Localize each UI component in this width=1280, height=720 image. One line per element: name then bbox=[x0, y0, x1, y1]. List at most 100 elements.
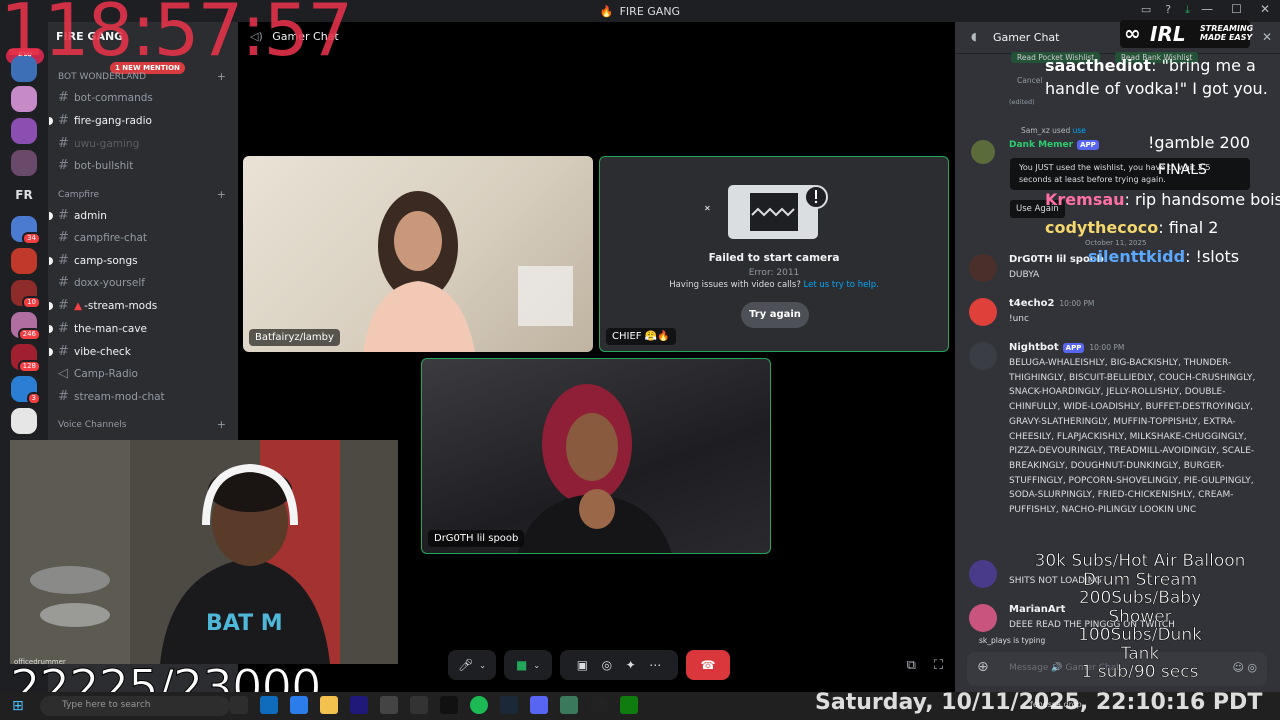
overlay-chat-line: Kremsau: rip handsome bois bbox=[1045, 190, 1280, 209]
more-icon[interactable]: ⋯ bbox=[649, 658, 661, 672]
app-icon[interactable] bbox=[560, 696, 578, 714]
server-icon-8[interactable]: 246 bbox=[11, 312, 41, 341]
category-campfire[interactable]: Campfire bbox=[58, 190, 99, 200]
windows-start-icon[interactable]: ⊞ bbox=[12, 698, 28, 714]
video-tile-chief[interactable]: ✕ Failed to start camera Error: 2011 Hav… bbox=[599, 156, 949, 352]
hash-icon: # bbox=[58, 136, 69, 151]
face-shape bbox=[566, 413, 618, 481]
category-bot-wonderland[interactable]: BOT WONDERLAND bbox=[58, 72, 146, 82]
taskbar-search[interactable]: Type here to search bbox=[40, 696, 230, 716]
microphone-button[interactable]: 🎤︎ ⌄ bbox=[448, 650, 496, 680]
server-icon-4[interactable] bbox=[11, 150, 37, 176]
video-tile-drgoth[interactable]: DrG0TH lil spoob bbox=[421, 358, 771, 554]
add-channel-icon[interactable]: + bbox=[217, 418, 226, 431]
minimize-button[interactable]: — bbox=[1201, 2, 1213, 16]
soundboard-icon[interactable]: ✦ bbox=[626, 658, 636, 672]
cooldown-message: You JUST used the wishlist, you have to … bbox=[1010, 158, 1250, 190]
popout-icon[interactable]: ⧉ bbox=[907, 658, 916, 673]
channel-uwu-gaming[interactable]: # uwu-gaming bbox=[58, 136, 228, 151]
add-attachment-icon[interactable]: ⊕ bbox=[977, 659, 989, 675]
avatar[interactable] bbox=[969, 604, 997, 632]
help-link[interactable]: Let us try to help. bbox=[804, 280, 879, 290]
channel-fire-gang-radio[interactable]: # fire-gang-radio bbox=[49, 113, 228, 128]
gamepad-icon[interactable]: ◎ bbox=[602, 658, 612, 672]
category-voice-channels[interactable]: Voice Channels bbox=[58, 420, 126, 430]
spotify-icon[interactable] bbox=[470, 696, 488, 714]
fail-title: Failed to start camera bbox=[708, 252, 840, 264]
video-tile-batfairyz[interactable]: Batfairyz/lamby bbox=[243, 156, 593, 352]
file-explorer-icon[interactable] bbox=[320, 696, 338, 714]
unread-badge: 10 bbox=[22, 296, 41, 309]
goal-line: Drum Stream bbox=[1082, 569, 1198, 590]
hang-up-button[interactable]: ☎ bbox=[686, 650, 730, 680]
server-icon-3[interactable] bbox=[11, 118, 37, 144]
avatar[interactable] bbox=[969, 254, 997, 282]
obs-icon[interactable] bbox=[410, 696, 428, 714]
face-shape bbox=[394, 211, 442, 271]
unread-dot bbox=[49, 211, 53, 220]
maximize-button[interactable]: ☐ bbox=[1231, 2, 1242, 16]
tile-label: Batfairyz/lamby bbox=[249, 329, 340, 346]
avatar[interactable] bbox=[969, 342, 997, 370]
steam-icon[interactable] bbox=[500, 696, 518, 714]
server-icon-twitch[interactable]: 3 bbox=[11, 376, 41, 405]
channel-camp-songs[interactable]: # camp-songs bbox=[49, 253, 228, 268]
chat-bubble-icon: ◖ bbox=[971, 30, 977, 43]
channel-admin[interactable]: # admin bbox=[49, 208, 228, 223]
message-text: DUBYA bbox=[1009, 270, 1040, 280]
channel-bot-bullshit[interactable]: # bot-bullshit bbox=[58, 158, 228, 173]
overlay-chat-line: saacthediot: "bring me a handle of vodka… bbox=[1045, 56, 1268, 98]
channel-the-man-cave[interactable]: # the-man-cave bbox=[49, 321, 228, 336]
message-text: !unc bbox=[1009, 314, 1029, 324]
fail-error-code: Error: 2011 bbox=[748, 268, 800, 278]
app-icon[interactable] bbox=[380, 696, 398, 714]
channel-stream-mod-chat[interactable]: # stream-mod-chat bbox=[58, 389, 228, 404]
server-icon-5[interactable]: 34 bbox=[11, 216, 41, 245]
xbox-icon[interactable] bbox=[620, 696, 638, 714]
close-window-button[interactable]: ✕ bbox=[1260, 2, 1270, 16]
avatar[interactable] bbox=[969, 560, 997, 588]
taskbar-apps bbox=[230, 696, 638, 714]
server-icon-6[interactable] bbox=[11, 248, 37, 274]
task-view-icon[interactable] bbox=[230, 696, 248, 714]
edge-icon[interactable] bbox=[260, 696, 278, 714]
camera-button[interactable]: ■ ⌄ bbox=[504, 650, 552, 680]
channel-camp-radio[interactable]: ◁ Camp-Radio bbox=[58, 366, 228, 381]
goal-line: 1 sub/90 secs bbox=[1081, 662, 1199, 682]
screen: 🔥 FIRE GANG ▭ ? ⤓ — ☐ ✕ EW FR 34 10 246 … bbox=[0, 0, 1280, 720]
command-link[interactable]: use bbox=[1073, 126, 1086, 135]
sub-goals-overlay: 30k Subs/Hot Air Balloon Drum Stream 200… bbox=[1000, 552, 1280, 682]
fullscreen-icon[interactable]: ⛶ bbox=[934, 658, 943, 673]
download-icon[interactable]: ⤓ bbox=[1185, 3, 1190, 17]
avatar[interactable] bbox=[969, 298, 997, 326]
screen-share-icon[interactable]: ▣ bbox=[577, 658, 588, 672]
inbox-icon[interactable]: ▭ bbox=[1141, 3, 1151, 17]
server-icon-9[interactable]: 128 bbox=[11, 344, 41, 373]
server-folder-fr[interactable]: FR bbox=[11, 188, 37, 202]
channel-label: campfire-chat bbox=[74, 231, 148, 244]
capcut-icon[interactable] bbox=[440, 696, 458, 714]
chat-title: Gamer Chat bbox=[993, 31, 1060, 44]
server-icon-10[interactable] bbox=[11, 408, 37, 434]
avatar[interactable] bbox=[971, 140, 995, 164]
hash-icon: # bbox=[58, 298, 69, 313]
cancel-link[interactable]: Cancel bbox=[1017, 76, 1042, 85]
channel-campfire-chat[interactable]: # campfire-chat bbox=[58, 230, 228, 245]
close-icon[interactable]: ✕ bbox=[1262, 30, 1272, 44]
channel-doxx-yourself[interactable]: # doxx-yourself bbox=[58, 275, 228, 290]
server-icon-7[interactable]: 10 bbox=[11, 280, 41, 309]
server-icon-2[interactable] bbox=[11, 86, 37, 112]
help-icon[interactable]: ? bbox=[1165, 3, 1171, 17]
channel-stream-mods[interactable]: # ▲ -stream-mods bbox=[49, 298, 228, 313]
channel-vibe-check[interactable]: # vibe-check bbox=[49, 344, 228, 359]
channel-bot-commands[interactable]: # bot-commands bbox=[58, 90, 228, 105]
message-author[interactable]: Nightbot APP 10:00 PM bbox=[1009, 342, 1124, 353]
discord-icon[interactable] bbox=[530, 696, 548, 714]
premiere-icon[interactable] bbox=[350, 696, 368, 714]
message-author[interactable]: t4echo2 10:00 PM bbox=[1009, 298, 1094, 309]
wall-shape bbox=[10, 440, 130, 664]
media-player-icon[interactable] bbox=[590, 696, 608, 714]
app-icon[interactable] bbox=[290, 696, 308, 714]
try-again-button[interactable]: Try again bbox=[741, 302, 809, 328]
add-channel-icon[interactable]: + bbox=[217, 188, 226, 201]
